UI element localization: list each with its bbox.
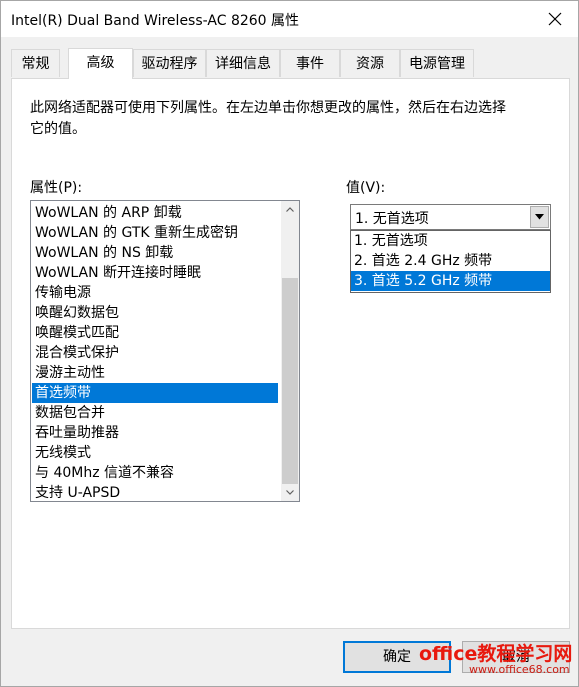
value-option[interactable]: 2. 首选 2.4 GHz 频带 (351, 251, 550, 271)
title-bar: Intel(R) Dual Band Wireless-AC 8260 属性 (1, 1, 578, 37)
property-item[interactable]: 吞吐量助推器 (32, 423, 278, 443)
tab-advanced[interactable]: 高级 (68, 48, 133, 79)
property-item[interactable]: 支持 U-APSD (32, 483, 278, 503)
property-item[interactable]: WoWLAN 的 ARP 卸载 (32, 203, 278, 223)
property-item[interactable]: 数据包合并 (32, 403, 278, 423)
value-current: 1. 无首选项 (355, 211, 429, 227)
tab-power-management[interactable]: 电源管理 (400, 49, 474, 77)
property-list: WoWLAN 的 ARP 卸载 WoWLAN 的 GTK 重新生成密钥 WoWL… (32, 203, 278, 503)
property-item[interactable]: 唤醒幻数据包 (32, 303, 278, 323)
close-button[interactable] (532, 1, 578, 37)
tab-details[interactable]: 详细信息 (206, 49, 280, 77)
value-dropdown-list: 1. 无首选项 2. 首选 2.4 GHz 频带 3. 首选 5.2 GHz 频… (350, 230, 551, 293)
property-item[interactable]: WoWLAN 的 GTK 重新生成密钥 (32, 223, 278, 243)
combobox-dropdown-button[interactable] (530, 206, 549, 228)
property-item[interactable]: 与 40Mhz 信道不兼容 (32, 463, 278, 483)
close-icon (548, 12, 562, 26)
tab-general[interactable]: 常规 (11, 49, 60, 77)
value-option[interactable]: 1. 无首选项 (351, 231, 550, 251)
property-item[interactable]: WoWLAN 断开连接时睡眠 (32, 263, 278, 283)
watermark-logo: office教程学习网 (419, 643, 573, 665)
tab-resources[interactable]: 资源 (340, 49, 400, 77)
property-label: 属性(P): (30, 180, 83, 196)
triangle-down-icon (535, 214, 544, 220)
watermark-url: www.office68.com (469, 663, 570, 676)
property-item[interactable]: 无线模式 (32, 443, 278, 463)
value-combobox[interactable]: 1. 无首选项 (350, 204, 551, 230)
scroll-down-button[interactable] (281, 484, 299, 501)
property-scrollbar[interactable] (281, 201, 299, 501)
value-option-highlighted[interactable]: 3. 首选 5.2 GHz 频带 (351, 271, 550, 291)
property-item-selected[interactable]: 首选频带 (32, 383, 278, 403)
property-item[interactable]: 混合模式保护 (32, 343, 278, 363)
property-item[interactable]: 漫游主动性 (32, 363, 278, 383)
chevron-up-icon (286, 207, 294, 212)
property-item[interactable]: WoWLAN 的 NS 卸载 (32, 243, 278, 263)
description-text: 此网络适配器可使用下列属性。在左边单击你想更改的属性，然后在右边选择它的值。 (30, 100, 506, 137)
tab-driver[interactable]: 驱动程序 (133, 49, 206, 77)
value-label: 值(V): (346, 180, 386, 196)
properties-dialog: Intel(R) Dual Band Wireless-AC 8260 属性 常… (0, 0, 579, 687)
property-listbox[interactable]: WoWLAN 的 ARP 卸载 WoWLAN 的 GTK 重新生成密钥 WoWL… (30, 200, 300, 502)
tab-events[interactable]: 事件 (280, 49, 340, 77)
scroll-up-button[interactable] (281, 201, 299, 218)
window-title: Intel(R) Dual Band Wireless-AC 8260 属性 (11, 13, 300, 29)
chevron-down-icon (286, 490, 294, 495)
property-item[interactable]: 传输电源 (32, 283, 278, 303)
advanced-tab-panel: 此网络适配器可使用下列属性。在左边单击你想更改的属性，然后在右边选择它的值。 属… (11, 78, 570, 629)
property-item[interactable]: 唤醒模式匹配 (32, 323, 278, 343)
scrollbar-thumb[interactable] (282, 278, 298, 484)
